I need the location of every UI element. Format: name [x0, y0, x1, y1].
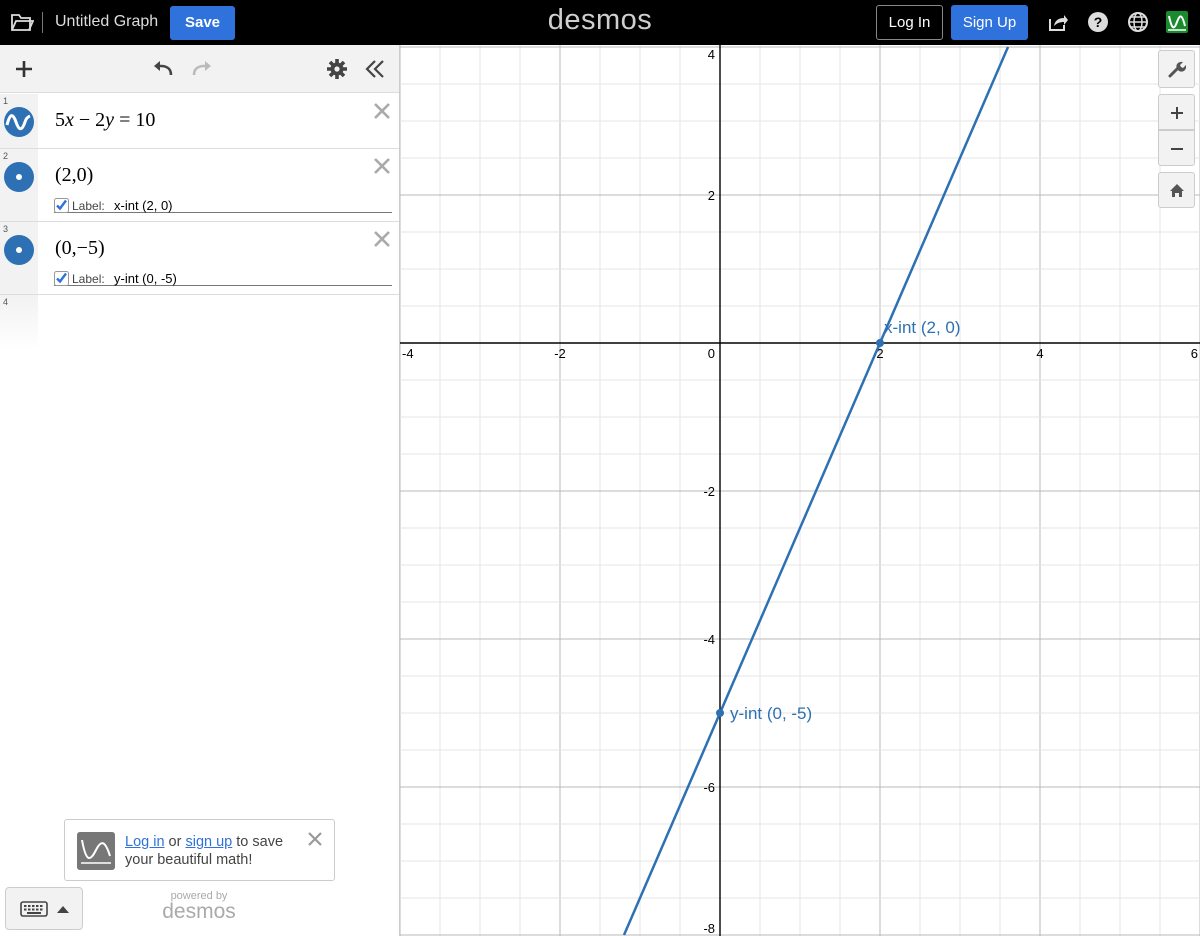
- label-input[interactable]: x-int (2, 0): [114, 198, 173, 213]
- empty-expression-row[interactable]: 4: [0, 295, 38, 350]
- point-icon[interactable]: [4, 162, 34, 192]
- label-input[interactable]: y-int (0, -5): [114, 271, 177, 286]
- y-tick-label: -6: [703, 780, 715, 795]
- expression-row[interactable]: 3 (0,−5) Label: y-int (0, -5): [0, 222, 399, 295]
- x-tick-label: 4: [1036, 346, 1043, 361]
- expression-point[interactable]: (2,0): [55, 164, 93, 187]
- graph-settings-button[interactable]: [1158, 50, 1195, 88]
- help-icon[interactable]: ?: [1087, 11, 1109, 33]
- x-tick-label: 6: [1191, 346, 1198, 361]
- expression-gutter: 3: [0, 222, 38, 294]
- delete-expression-icon[interactable]: [373, 230, 391, 248]
- close-icon[interactable]: [308, 832, 322, 846]
- expression-number: 2: [3, 151, 9, 161]
- expression-toolbar: [0, 45, 399, 93]
- keypad-toggle-button[interactable]: [5, 887, 83, 930]
- expression-row[interactable]: 1 5x − 2y = 10: [0, 94, 399, 149]
- point-label: x-int (2, 0): [884, 318, 961, 337]
- folder-icon[interactable]: [10, 11, 34, 33]
- minus-icon: [1171, 148, 1183, 150]
- save-notice-text: Log in or sign up to save your beautiful…: [125, 834, 284, 868]
- sign-up-button[interactable]: Sign Up: [951, 5, 1028, 40]
- point-label: y-int (0, -5): [730, 704, 812, 723]
- graph-line-icon[interactable]: [4, 107, 34, 137]
- x-tick-label: -2: [554, 346, 566, 361]
- expression-equation[interactable]: 5x − 2y = 10: [55, 109, 155, 132]
- expression-row[interactable]: 2 (2,0) Label: x-int (2, 0): [0, 149, 399, 222]
- divider: [42, 12, 43, 33]
- expression-number: 3: [3, 224, 9, 234]
- expression-gutter: 1: [0, 94, 38, 148]
- label-row: Label: y-int (0, -5): [54, 270, 392, 286]
- expression-gutter: 2: [0, 149, 38, 221]
- delete-expression-icon[interactable]: [373, 102, 391, 120]
- label-checkbox[interactable]: [54, 271, 69, 286]
- zoom-in-button[interactable]: [1158, 94, 1195, 130]
- zoom-out-button[interactable]: [1158, 130, 1195, 166]
- save-button[interactable]: Save: [170, 6, 235, 40]
- graph-title[interactable]: Untitled Graph: [55, 13, 158, 31]
- log-in-button[interactable]: Log In: [876, 5, 943, 40]
- share-icon[interactable]: [1047, 11, 1069, 33]
- expression-panel: 1 5x − 2y = 10 2 (2,0) Label: x-int (2, …: [0, 45, 400, 936]
- chevron-up-icon: [57, 906, 69, 913]
- sign-up-link[interactable]: sign up: [185, 834, 232, 850]
- top-bar: Untitled Graph Save desmos Log In Sign U…: [0, 0, 1200, 45]
- graph-canvas[interactable]: -4 -2 0 2 4 642-2-4-6-8x-int (2, 0)y-int (0, …: [400, 45, 1200, 936]
- desmos-logo: desmos: [547, 4, 653, 36]
- expression-point[interactable]: (0,−5): [55, 237, 105, 260]
- collapse-panel-icon[interactable]: [363, 57, 387, 81]
- log-in-link[interactable]: Log in: [125, 834, 165, 850]
- y-tick-label: -8: [703, 921, 715, 936]
- x-tick-label: 0: [708, 346, 715, 361]
- point: [716, 709, 724, 717]
- y-tick-label: 4: [708, 47, 715, 62]
- delete-expression-icon[interactable]: [373, 157, 391, 175]
- y-tick-label: -4: [703, 632, 715, 647]
- point-icon[interactable]: [4, 235, 34, 265]
- expression-number: 4: [3, 297, 9, 307]
- label-row: Label: x-int (2, 0): [54, 197, 392, 213]
- y-tick-label: 2: [708, 188, 715, 203]
- graph-thumbnail-icon: [77, 832, 115, 870]
- keyboard-icon: [20, 901, 48, 917]
- point: [876, 339, 884, 347]
- powered-by-logo: desmos: [162, 900, 236, 923]
- gear-icon[interactable]: [325, 57, 349, 81]
- label-caption: Label:: [72, 199, 105, 213]
- home-icon: [1170, 184, 1184, 197]
- app-badge-icon[interactable]: [1166, 11, 1188, 33]
- default-viewport-button[interactable]: [1158, 172, 1195, 208]
- x-tick-label: -4: [402, 346, 414, 361]
- expression-number: 1: [3, 96, 9, 106]
- wrench-icon: [1168, 61, 1186, 78]
- graph-paper[interactable]: -4 -2 0 2 4 6 4 2 -2 -4 -6 -8 x-int (2, 0) y-int (0, …: [400, 45, 1200, 936]
- save-notice: Log in or sign up to save your beautiful…: [64, 819, 335, 881]
- svg-text:?: ?: [1094, 14, 1103, 30]
- undo-icon[interactable]: [151, 57, 175, 81]
- add-icon[interactable]: [12, 57, 36, 81]
- label-checkbox[interactable]: [54, 198, 69, 213]
- language-icon[interactable]: [1127, 11, 1149, 33]
- redo-icon[interactable]: [190, 57, 214, 81]
- plus-icon: [1171, 107, 1183, 119]
- label-caption: Label:: [72, 272, 105, 286]
- y-tick-label: -2: [703, 484, 715, 499]
